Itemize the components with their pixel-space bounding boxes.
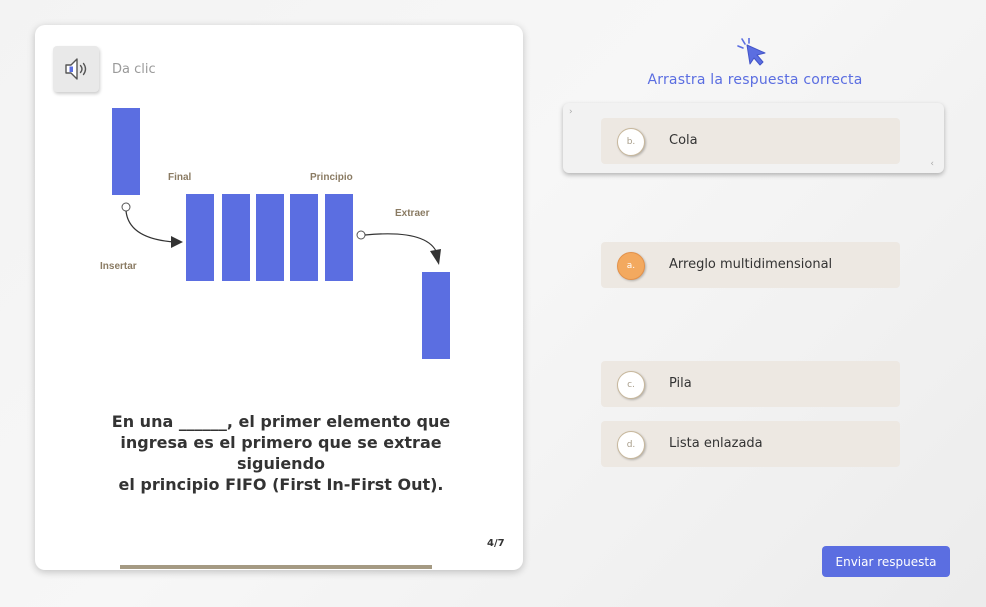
label-extraer: Extraer — [395, 208, 430, 219]
option-card-a[interactable]: a. Arreglo multidimensional — [601, 242, 900, 288]
label-principio: Principio — [310, 172, 353, 183]
question-card: Da clic Final Principio Extraer Insertar… — [35, 25, 523, 570]
extract-arrow-origin — [356, 230, 366, 240]
chevron-left-icon: ‹ — [930, 159, 934, 169]
queue-element-bar — [186, 194, 214, 281]
drag-instructions: Arrastra la respuesta correcta — [647, 72, 863, 88]
submit-answer-button[interactable]: Enviar respuesta — [822, 546, 950, 577]
question-line: el principio FIFO (First In-First Out). — [118, 475, 444, 494]
option-letter-badge: d. — [617, 431, 645, 459]
option-card-b[interactable]: b. Cola — [601, 118, 900, 164]
queue-element-bar — [290, 194, 318, 281]
option-card-c[interactable]: c. Pila — [601, 361, 900, 407]
insert-arrow-head — [171, 236, 183, 248]
question-text: En una ______, el primer elemento que in… — [75, 411, 487, 495]
option-label: Pila — [669, 376, 692, 391]
extract-arrow-head — [430, 249, 441, 265]
queue-diagram: Final Principio Extraer Insertar — [100, 108, 450, 359]
extract-arrow — [364, 233, 438, 254]
option-label: Arreglo multidimensional — [669, 257, 833, 272]
insert-arrow — [125, 210, 176, 243]
queue-element-bar — [325, 194, 353, 281]
chevron-right-icon: › — [569, 107, 573, 117]
insert-arrow-origin — [121, 202, 131, 212]
extracted-element-bar — [422, 272, 450, 359]
option-card-d[interactable]: d. Lista enlazada — [601, 421, 900, 467]
progress-bar — [120, 565, 432, 569]
option-letter-badge: a. — [617, 252, 645, 280]
queue-element-bar — [222, 194, 250, 281]
page-indicator: 4/7 — [487, 538, 505, 549]
option-letter-badge: c. — [617, 371, 645, 399]
label-insertar: Insertar — [100, 261, 137, 272]
drag-cursor-icon — [737, 38, 766, 66]
question-line: ingresa es el primero que se extrae sigu… — [120, 433, 442, 473]
label-final: Final — [168, 172, 192, 183]
queue-element-bar — [256, 194, 284, 281]
incoming-element-bar — [112, 108, 140, 195]
answer-drop-zone[interactable]: › b. Cola ‹ — [563, 103, 944, 173]
question-line: En una ______, el primer elemento que — [111, 412, 451, 431]
option-letter-badge: b. — [617, 128, 645, 156]
option-label: Lista enlazada — [669, 436, 763, 451]
option-label: Cola — [669, 133, 698, 148]
